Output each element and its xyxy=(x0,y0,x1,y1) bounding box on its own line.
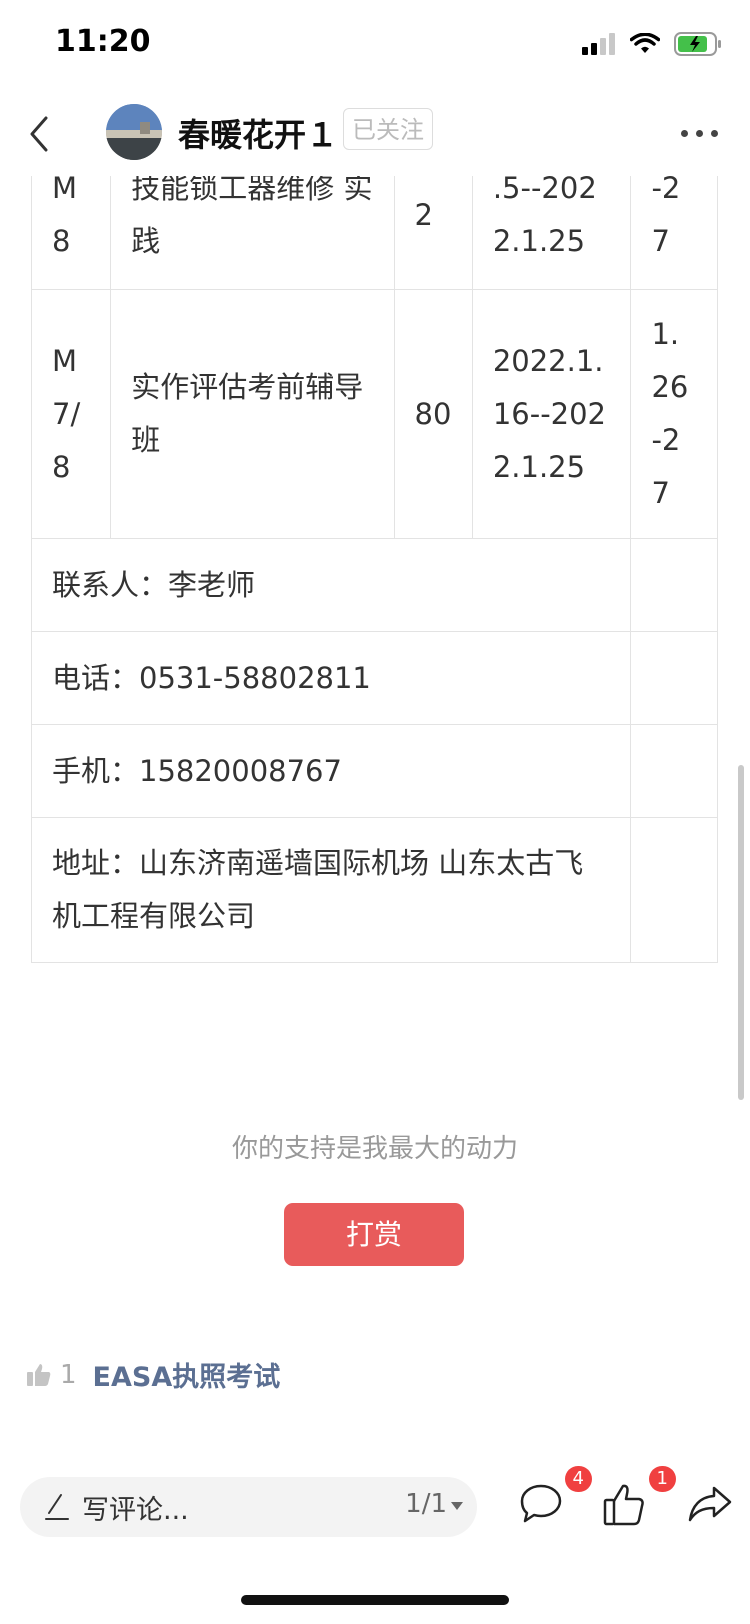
table-cell: 80 xyxy=(393,289,473,539)
tag-like-count: 1 xyxy=(60,1359,77,1390)
status-bar: 11:20 xyxy=(0,0,750,92)
wifi-icon xyxy=(630,33,660,53)
table-cell: 1. 26 -2 7 xyxy=(630,289,718,539)
more-options-icon[interactable] xyxy=(681,130,718,137)
like-button[interactable]: 1 xyxy=(602,1466,676,1532)
scrollbar[interactable] xyxy=(738,765,744,1100)
thumbs-up-icon xyxy=(603,1484,644,1526)
tip-button[interactable]: 打赏 xyxy=(284,1203,464,1266)
battery-icon xyxy=(674,32,721,56)
contact-row: 电话：0531-58802811 xyxy=(30,631,718,725)
contact-phone: 电话：0531-58802811 xyxy=(30,631,632,725)
comment-icon xyxy=(520,1484,562,1523)
author-name[interactable]: 春暖花开１ xyxy=(178,110,338,156)
share-button[interactable] xyxy=(686,1482,738,1532)
table-cell: 实作评估考前辅导班 xyxy=(110,289,395,539)
comment-button[interactable]: 4 xyxy=(518,1466,592,1532)
table-cell: M 7/ 8 xyxy=(30,289,112,539)
home-indicator xyxy=(241,1595,509,1605)
page-indicator[interactable]: 1/1 xyxy=(405,1489,447,1519)
avatar[interactable] xyxy=(106,104,162,160)
table-cell-empty xyxy=(630,724,718,818)
back-icon[interactable] xyxy=(22,110,62,158)
table-cell-empty xyxy=(630,817,718,963)
tag-row: 1 EASA执照考试 xyxy=(26,1355,280,1394)
avatar-image xyxy=(106,104,162,160)
status-time: 11:20 xyxy=(55,24,151,59)
comment-count-badge: 4 xyxy=(564,1466,592,1492)
table-cell-empty xyxy=(630,631,718,725)
comment-input[interactable]: 写评论... 1/1 xyxy=(20,1477,477,1537)
pen-icon xyxy=(45,1494,69,1520)
contact-address: 地址：山东济南遥墙国际机场 山东太古飞机工程有限公司 xyxy=(30,817,632,963)
table-row: M 7/ 8 实作评估考前辅导班 80 2022.1. 16--202 2.1.… xyxy=(30,289,718,539)
contact-person: 联系人：李老师 xyxy=(30,538,632,632)
nav-bar: 春暖花开１ 已关注 xyxy=(0,92,750,176)
topic-tag-link[interactable]: EASA执照考试 xyxy=(93,1355,281,1394)
like-count-badge: 1 xyxy=(648,1466,676,1492)
dropdown-caret-icon[interactable] xyxy=(451,1502,463,1510)
comment-placeholder: 写评论... xyxy=(82,1495,189,1526)
contact-row: 地址：山东济南遥墙国际机场 山东太古飞机工程有限公司 xyxy=(30,817,718,963)
status-icons xyxy=(582,32,722,56)
table-cell-empty xyxy=(630,538,718,632)
contact-mobile: 手机：15820008767 xyxy=(30,724,632,818)
follow-button[interactable]: 已关注 xyxy=(343,108,433,150)
share-icon xyxy=(688,1486,732,1522)
table-cell: 2022.1. 16--202 2.1.25 xyxy=(471,289,632,539)
support-text: 你的支持是我最大的动力 xyxy=(231,1134,518,1164)
signal-icon xyxy=(582,33,615,55)
thumbs-up-icon[interactable] xyxy=(26,1362,52,1388)
course-table: M 8 技能锁工器维修 实践 2 .5--202 2.1.25 -2 7 M 7… xyxy=(30,140,718,963)
contact-row: 联系人：李老师 xyxy=(30,538,718,632)
contact-row: 手机：15820008767 xyxy=(30,724,718,818)
